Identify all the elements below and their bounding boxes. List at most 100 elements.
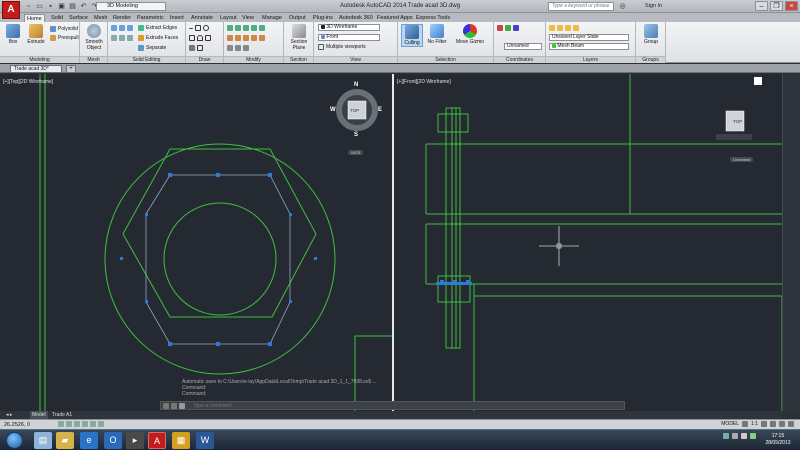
panel-title-modify[interactable]: Modify	[224, 56, 283, 63]
polysolid-button[interactable]: Polysolid	[50, 25, 78, 33]
save-icon[interactable]: ▪	[46, 2, 55, 11]
group-button[interactable]: Group	[640, 24, 662, 45]
spline-icon[interactable]	[197, 45, 203, 51]
section-plane-button[interactable]: Section Plane	[288, 24, 310, 51]
tab-surface[interactable]: Surface	[67, 14, 90, 22]
tab-autodesk-360[interactable]: Autodesk 360	[337, 14, 375, 22]
interfere-icon[interactable]	[119, 35, 125, 41]
erase-icon[interactable]	[259, 35, 265, 41]
nav-arrows[interactable]: ◂ ▸	[4, 411, 14, 419]
tab-output[interactable]: Output	[287, 14, 308, 22]
fillet-icon[interactable]	[259, 25, 265, 31]
tab-annotate[interactable]: Annotate	[189, 14, 215, 22]
tab-model[interactable]: Model	[30, 411, 48, 419]
document-tab[interactable]: Trade acad 3D*	[10, 65, 62, 73]
application-menu-button[interactable]: A	[2, 1, 20, 19]
front-view-geometry[interactable]	[394, 74, 782, 411]
layer-dropdown[interactable]: Mesh Beam	[549, 43, 629, 50]
flag-icon[interactable]	[732, 433, 738, 439]
tab-express-tools[interactable]: Express Tools	[414, 14, 452, 22]
ortho-icon[interactable]	[74, 421, 80, 427]
extrude-button[interactable]: Extrude	[25, 24, 47, 45]
panel-title-draw[interactable]: Draw	[186, 56, 223, 63]
new-icon[interactable]: ▫	[24, 2, 33, 11]
panel-title-groups[interactable]: Groups	[636, 56, 665, 63]
restore-button[interactable]: ❐	[770, 1, 783, 11]
layer-lock-icon[interactable]	[565, 25, 571, 31]
polygon-icon[interactable]	[205, 35, 211, 41]
wcs-menu[interactable]: WCS	[348, 150, 364, 155]
trim-icon[interactable]	[243, 35, 249, 41]
no-filter-button[interactable]: No Filter	[424, 24, 450, 45]
viewport-front[interactable]: [+][Front][2D Wireframe] TOP Unnamed	[394, 74, 782, 411]
copy-icon[interactable]	[243, 25, 249, 31]
calendar-icon[interactable]: ▦	[172, 432, 190, 449]
hatch-icon[interactable]	[189, 45, 195, 51]
offset-icon[interactable]	[235, 45, 241, 51]
ucs-icon[interactable]	[497, 25, 503, 31]
annotation-visibility-icon[interactable]	[761, 421, 767, 427]
viewcube-top-label[interactable]: TOP	[733, 119, 742, 124]
power-icon[interactable]	[750, 433, 756, 439]
panel-title-selection[interactable]: Selection	[398, 56, 493, 63]
explode-icon[interactable]	[227, 45, 233, 51]
viewport-top[interactable]: [+][Top][2D Wireframe] N S E W TOP WCS	[0, 74, 392, 411]
tab-render[interactable]: Render	[111, 14, 133, 22]
panel-title-layers[interactable]: Layers	[546, 56, 635, 63]
culling-button[interactable]: Culling	[401, 24, 423, 47]
sign-in-link[interactable]: Sign In	[645, 3, 662, 9]
snap-icon[interactable]	[58, 421, 64, 427]
separate-button[interactable]: Separate	[138, 44, 166, 52]
search-input[interactable]: Type a keyword or phrase	[548, 2, 614, 11]
volume-icon[interactable]	[741, 433, 747, 439]
polyline-icon[interactable]	[195, 25, 201, 31]
tab-view[interactable]: View	[240, 14, 256, 22]
viewport-label-front[interactable]: [+][Front][2D Wireframe]	[397, 79, 451, 85]
folder-icon[interactable]: ▰	[56, 432, 74, 449]
vertical-scrollbar[interactable]	[782, 74, 800, 411]
start-button[interactable]	[6, 432, 23, 449]
ucs-origin-icon[interactable]	[513, 25, 519, 31]
union-icon[interactable]	[111, 25, 117, 31]
layer-isolate-icon[interactable]	[573, 25, 579, 31]
workspace-switching-icon[interactable]	[770, 421, 776, 427]
thicken-icon[interactable]	[127, 35, 133, 41]
viewport-label-top[interactable]: [+][Top][2D Wireframe]	[3, 79, 53, 85]
close-command-line-icon[interactable]	[163, 403, 169, 409]
internet-explorer-icon[interactable]: e	[80, 432, 98, 449]
word-icon[interactable]: W	[196, 432, 214, 449]
clock[interactable]: 17:15 28/05/2013	[762, 433, 794, 447]
recent-commands-icon[interactable]	[179, 403, 185, 409]
scale-icon[interactable]	[235, 35, 241, 41]
circle-icon[interactable]	[203, 25, 209, 31]
annotation-scale[interactable]: 1:1	[751, 421, 758, 427]
panel-title-section[interactable]: Section	[284, 56, 313, 63]
tab-solid[interactable]: Solid	[49, 14, 65, 22]
viewcube-top-label[interactable]: TOP	[350, 108, 359, 113]
model-space-button[interactable]: MODEL	[721, 421, 739, 427]
line-icon[interactable]	[189, 27, 193, 29]
tab-manage[interactable]: Manage	[260, 14, 284, 22]
panel-title-mesh[interactable]: Mesh	[80, 56, 107, 63]
explorer-icon[interactable]: ▤	[34, 432, 52, 449]
rotate-icon[interactable]	[235, 25, 241, 31]
array-icon[interactable]	[251, 35, 257, 41]
grid-icon[interactable]	[66, 421, 72, 427]
tab-home[interactable]: Home	[24, 14, 45, 22]
arc-icon[interactable]	[197, 35, 203, 41]
autocad-taskbar-icon[interactable]: A	[148, 432, 166, 449]
box-button[interactable]: Box	[2, 24, 24, 45]
ucs-world-icon[interactable]	[505, 25, 511, 31]
customize-icon[interactable]	[171, 403, 177, 409]
layer-properties-icon[interactable]	[549, 25, 555, 31]
lock-icon[interactable]	[779, 421, 785, 427]
minimize-button[interactable]: –	[755, 1, 768, 11]
align-icon[interactable]	[243, 45, 249, 51]
top-view-geometry[interactable]	[0, 74, 392, 411]
extract-edges-button[interactable]: Extract Edges	[138, 24, 177, 32]
clean-screen-icon[interactable]	[788, 421, 794, 427]
tab-trade-a1[interactable]: Trade A1	[50, 411, 74, 419]
view-dropdown[interactable]: Front	[318, 34, 380, 41]
subtract-icon[interactable]	[119, 25, 125, 31]
rectangle-icon[interactable]	[189, 35, 195, 41]
